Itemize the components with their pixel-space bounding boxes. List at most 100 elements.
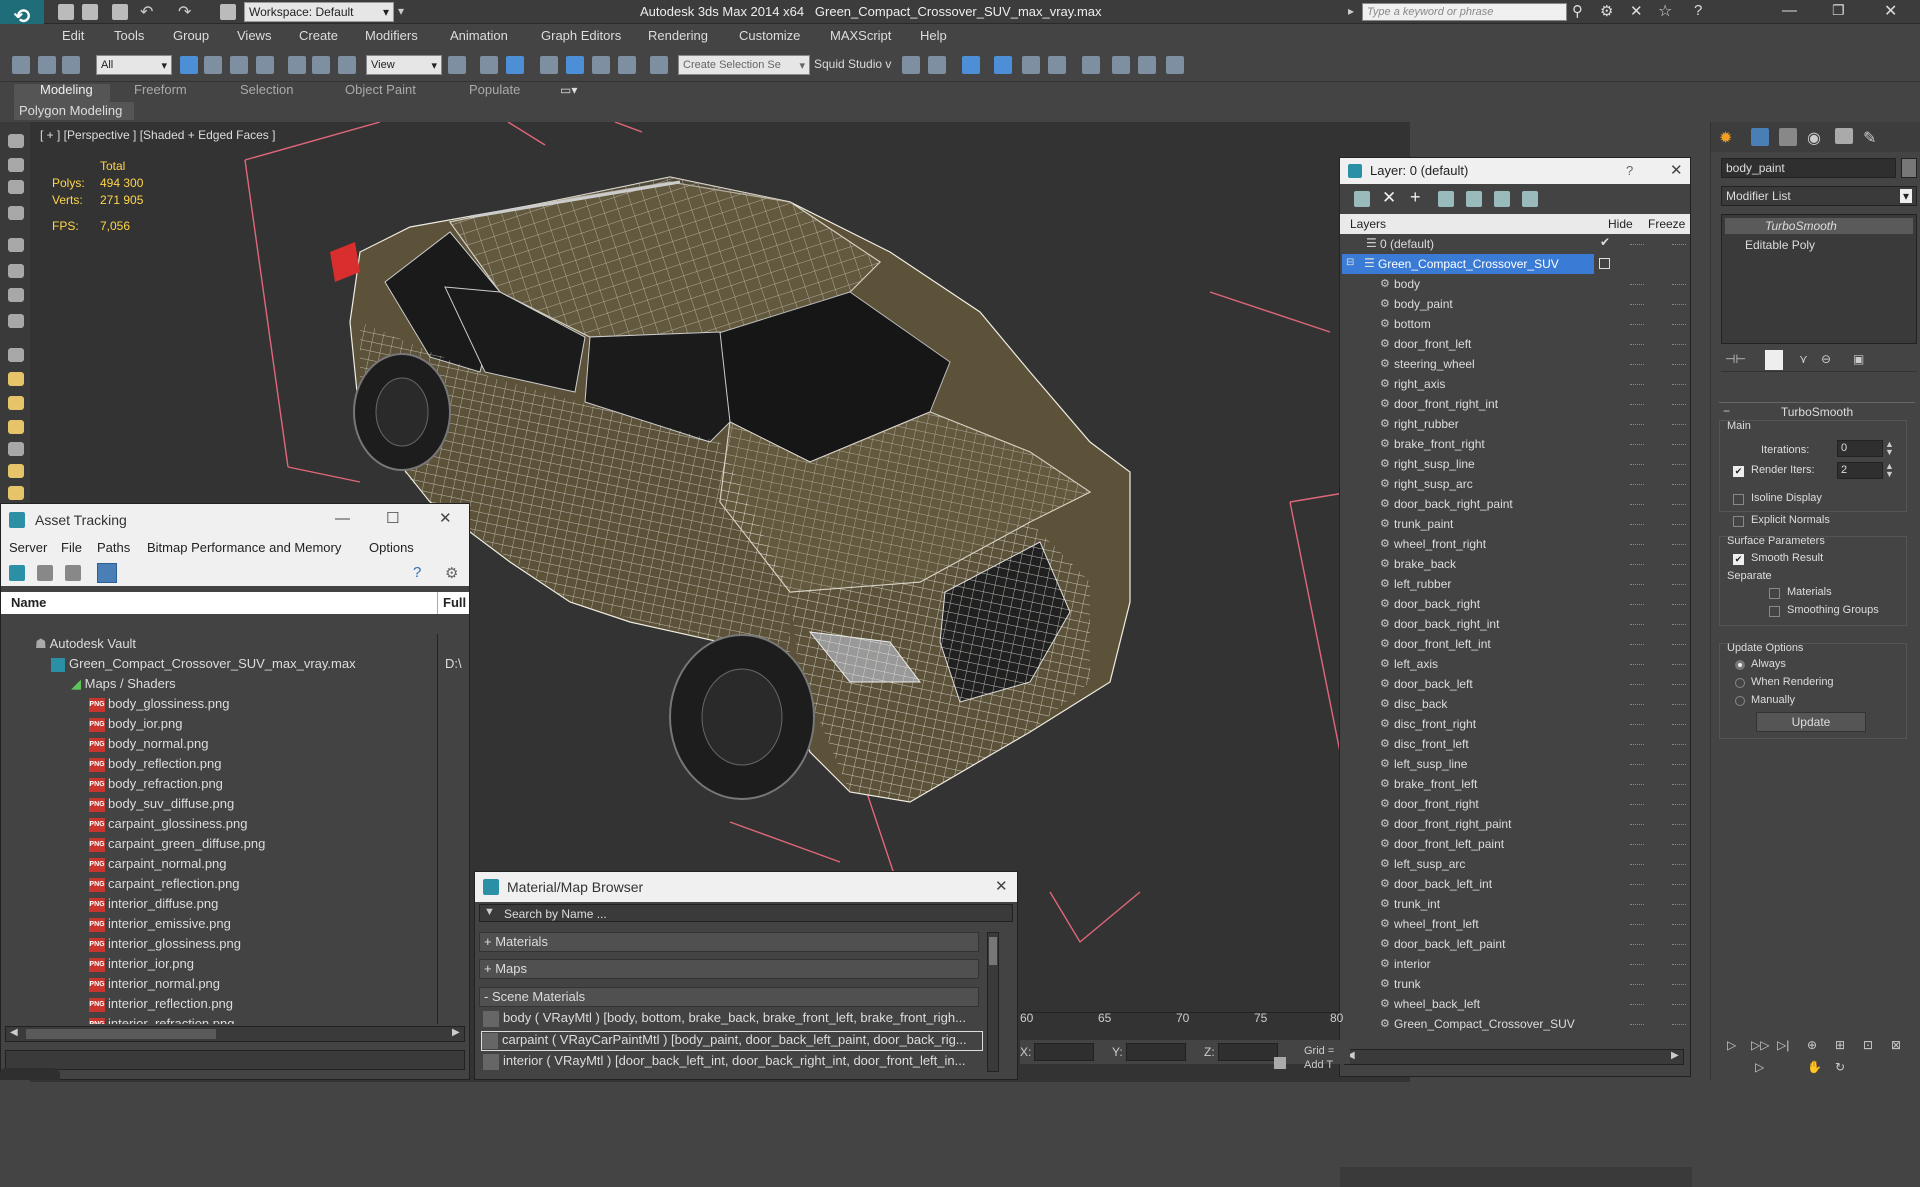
freeze-toggle[interactable] (1672, 744, 1686, 745)
viewport-label[interactable]: [ + ] [Perspective ] [Shaded + Edged Fac… (40, 128, 275, 142)
freeze-toggle[interactable] (1672, 844, 1686, 845)
layer-object-row[interactable]: ⚙ door_back_right_int (1350, 614, 1686, 634)
layer-object-row[interactable]: ⚙ door_front_right (1350, 794, 1686, 814)
freeze-toggle[interactable] (1672, 904, 1686, 905)
smooth-result-checkbox[interactable]: ✔ (1733, 554, 1744, 565)
material-browser-close-icon[interactable]: ✕ (995, 877, 1008, 895)
section-materials[interactable]: + Materials (479, 932, 979, 952)
hide-toggle[interactable] (1630, 284, 1644, 285)
table-view-icon[interactable] (97, 563, 117, 583)
freeze-toggle[interactable] (1672, 444, 1686, 445)
menu-edit[interactable]: Edit (62, 28, 84, 43)
asset-map-row[interactable]: PNG interior_normal.png (89, 976, 220, 996)
freeze-toggle[interactable] (1672, 704, 1686, 705)
curve-editor-icon[interactable] (1022, 56, 1040, 74)
layer-row-default[interactable]: ☰ 0 (default) ✔ (1350, 234, 1686, 254)
set-current-checkbox[interactable] (1599, 258, 1610, 269)
hide-toggle[interactable] (1630, 524, 1644, 525)
col-layers[interactable]: Layers (1350, 217, 1386, 231)
layer-object-row[interactable]: ⚙ door_back_left_int (1350, 874, 1686, 894)
strip-tool-15-icon[interactable] (8, 486, 24, 500)
render-iters-checkbox[interactable]: ✔ (1733, 466, 1744, 477)
scroll-right-icon[interactable]: ▶ (1671, 1050, 1679, 1061)
make-unique-icon[interactable]: ⋎ (1799, 352, 1808, 366)
freeze-toggle[interactable] (1672, 524, 1686, 525)
freeze-toggle[interactable] (1672, 644, 1686, 645)
maps-folder-row[interactable]: ◢ Maps / Shaders (71, 676, 176, 696)
material-scroll-thumb[interactable] (989, 937, 997, 965)
layer-object-row[interactable]: ⚙ trunk_int (1350, 894, 1686, 914)
menu-graph-editors[interactable]: Graph Editors (541, 28, 621, 43)
layer-object-row[interactable]: ⚙ door_front_right_int (1350, 394, 1686, 414)
hide-toggle[interactable] (1630, 364, 1644, 365)
select-manipulate-icon[interactable] (480, 56, 498, 74)
freeze-toggle[interactable] (1672, 924, 1686, 925)
layer-hscroll[interactable] (1340, 1167, 1692, 1187)
binoculars-icon[interactable]: ⚲ (1572, 2, 1583, 20)
toggle-ribbon-icon[interactable] (994, 56, 1012, 74)
layer-object-row[interactable]: ⚙ door_front_left_int (1350, 634, 1686, 654)
hide-toggle[interactable] (1630, 304, 1644, 305)
hide-toggle[interactable] (1630, 904, 1644, 905)
spinner-snap-icon[interactable] (618, 56, 636, 74)
layer-object-row[interactable]: ⚙ brake_back (1350, 554, 1686, 574)
layer-object-row[interactable]: ⚙ body (1350, 274, 1686, 294)
link-icon[interactable] (12, 56, 30, 74)
reference-coord-dropdown[interactable]: View ▾ (366, 55, 442, 75)
layer-object-row[interactable]: ⚙ left_axis (1350, 654, 1686, 674)
strip-tool-7-icon[interactable] (8, 288, 24, 302)
menu-create[interactable]: Create (299, 28, 338, 43)
display-tab-icon[interactable] (1835, 128, 1853, 144)
modifier-list-dropdown[interactable]: Modifier List ▾ (1721, 186, 1917, 206)
layer-object-row[interactable]: ⚙ right_rubber (1350, 414, 1686, 434)
strip-tool-9-icon[interactable] (8, 348, 24, 362)
delete-layer-icon[interactable]: ✕ (1382, 188, 1396, 208)
asset-menu-server[interactable]: Server (9, 540, 47, 555)
show-end-result-icon[interactable] (1765, 350, 1783, 370)
strip-tool-1-icon[interactable] (8, 134, 24, 148)
angle-snap-icon[interactable] (566, 56, 584, 74)
col-name[interactable]: Name (11, 595, 46, 610)
freeze-toggle[interactable] (1672, 384, 1686, 385)
freeze-toggle[interactable] (1672, 1024, 1686, 1025)
layer-help-icon[interactable]: ? (1626, 163, 1633, 178)
favorites-icon[interactable]: ☆ (1658, 1, 1672, 21)
layer-window-titlebar[interactable]: Layer: 0 (default) ? ✕ (1340, 158, 1690, 184)
layer-object-row[interactable]: ⚙ wheel_front_left (1350, 914, 1686, 934)
layer-object-row[interactable]: ⚙ door_front_left_paint (1350, 834, 1686, 854)
material-editor-icon[interactable] (1082, 56, 1100, 74)
freeze-all-layers-icon[interactable] (1522, 191, 1538, 207)
asset-file-row[interactable]: Green_Compact_Crossover_SUV_max_vray.max (51, 656, 356, 676)
layer-object-row[interactable]: ⚙ steering_wheel (1350, 354, 1686, 374)
add-to-layer-icon[interactable]: + (1410, 187, 1421, 208)
create-tab-icon[interactable]: ✹ (1719, 128, 1732, 148)
col-full[interactable]: Full (443, 595, 466, 610)
align-icon[interactable] (928, 56, 946, 74)
asset-map-row[interactable]: PNG interior_reflection.png (89, 996, 233, 1016)
render-setup-icon[interactable] (1112, 56, 1130, 74)
z-coord-field[interactable] (1218, 1043, 1278, 1061)
search-expand-icon[interactable]: ▸ (1348, 4, 1354, 18)
freeze-toggle[interactable] (1672, 604, 1686, 605)
asset-map-row[interactable]: PNG interior_diffuse.png (89, 896, 218, 916)
maximize-icon[interactable]: ❐ (1832, 2, 1845, 19)
layer-object-row[interactable]: ⚙ right_axis (1350, 374, 1686, 394)
strip-tool-5-icon[interactable] (8, 238, 24, 252)
freeze-toggle[interactable] (1672, 424, 1686, 425)
freeze-toggle[interactable] (1672, 464, 1686, 465)
menu-views[interactable]: Views (237, 28, 271, 43)
play-icon[interactable]: ▷ (1727, 1038, 1736, 1052)
freeze-toggle[interactable] (1672, 544, 1686, 545)
tab-selection[interactable]: Selection (240, 82, 293, 97)
search-options-icon[interactable]: ▼ (484, 906, 495, 918)
freeze-toggle[interactable] (1672, 764, 1686, 765)
zoom-icon[interactable]: ⊕ (1807, 1038, 1817, 1052)
workspace-dropdown[interactable]: Workspace: Default ▾ (244, 2, 394, 22)
render-iters-spin-arrows[interactable]: ▲ ▼ (1885, 462, 1894, 479)
asset-help-icon[interactable]: ? (413, 564, 421, 581)
freeze-toggle[interactable] (1672, 404, 1686, 405)
hide-toggle[interactable] (1630, 1024, 1644, 1025)
freeze-toggle[interactable] (1672, 684, 1686, 685)
create-layer-icon[interactable] (1354, 191, 1370, 207)
asset-map-row[interactable]: PNG interior_ior.png (89, 956, 194, 976)
